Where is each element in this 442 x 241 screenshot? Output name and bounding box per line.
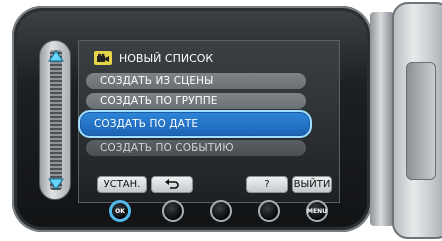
hinge (370, 12, 394, 226)
menu-title-text: НОВЫЙ СПИСОК (119, 51, 214, 65)
slider-track[interactable] (50, 50, 62, 190)
back-arrow-icon (165, 179, 179, 189)
menu-label: MENU (307, 207, 327, 215)
back-button[interactable] (151, 176, 193, 193)
menu-item-create-by-date[interactable]: СОЗДАТЬ ПО ДАТЕ (78, 110, 312, 138)
ok-hardware-button[interactable]: OK (109, 200, 131, 222)
menu-item-create-from-scene[interactable]: СОЗДАТЬ ИЗ СЦЕНЫ (86, 73, 306, 89)
hardware-button-2[interactable] (162, 200, 184, 222)
exit-button[interactable]: ВЫЙТИ (292, 176, 332, 193)
menu-hardware-button[interactable]: MENU (306, 200, 328, 222)
set-button[interactable]: УСТАН. (97, 176, 147, 193)
ok-label: OK (115, 207, 125, 215)
side-panel (392, 2, 442, 239)
hardware-button-4[interactable] (258, 200, 280, 222)
menu-item-create-by-event[interactable]: СОЗДАТЬ ПО СОБЫТИЮ (86, 140, 306, 156)
menu-title: НОВЫЙ СПИСОК (94, 49, 213, 67)
slider-up-arrow-icon (48, 50, 64, 62)
hardware-button-3[interactable] (210, 200, 232, 222)
help-button[interactable]: ? (246, 176, 288, 193)
movie-camera-icon (94, 51, 112, 65)
menu-item-create-by-group[interactable]: СОЗДАТЬ ПО ГРУППЕ (86, 93, 306, 109)
side-notch (406, 62, 436, 180)
slider-down-arrow-icon (48, 178, 64, 190)
